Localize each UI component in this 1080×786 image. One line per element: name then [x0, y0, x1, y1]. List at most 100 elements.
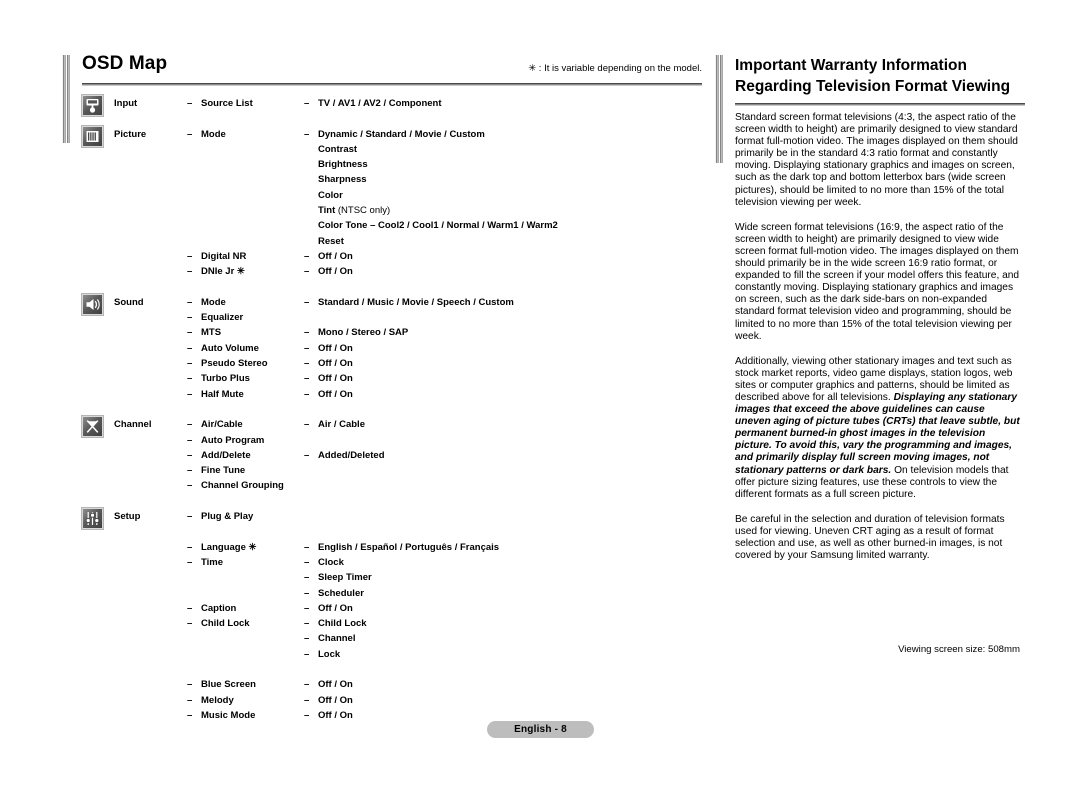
osd-map-row — [82, 664, 702, 679]
osd-menu-value: – Child Lock — [304, 618, 367, 629]
osd-menu-item-label: DNIe Jr ✳ — [201, 266, 245, 278]
list-dash: – — [304, 541, 310, 553]
osd-menu-item: – Auto Volume — [187, 343, 259, 354]
osd-menu-item: – Mode — [187, 297, 226, 308]
osd-menu-value: – Off / On — [304, 358, 353, 369]
osd-menu-value-label: Mono / Stereo / SAP — [318, 327, 409, 339]
osd-menu-item-label: Fine Tune — [201, 465, 246, 477]
osd-menu-value-label: Added/Deleted — [318, 449, 385, 461]
osd-menu-value: – Clock — [304, 557, 344, 568]
osd-menu-value-label: Brightness — [318, 159, 368, 171]
osd-menu-item: – Turbo Plus — [187, 373, 250, 384]
osd-menu-item-label: Music Mode — [201, 709, 256, 721]
osd-map-row: – Lock — [82, 649, 702, 664]
osd-menu-value-label: Sharpness — [318, 174, 367, 186]
osd-map-row: Color — [82, 190, 702, 205]
osd-map-row: Sound – Mode – Standard / Music / Movie / Sp… — [82, 293, 702, 315]
osd-menu-value: – Off / On — [304, 389, 353, 400]
osd-menu-value-label: Sleep Timer — [318, 572, 372, 584]
osd-menu-value-label: Off / On — [318, 679, 353, 691]
osd-menu-value: – Scheduler — [304, 588, 364, 599]
warranty-paragraph: Wide screen format televisions (16:9, th… — [735, 222, 1020, 343]
osd-menu-item-label: Language ✳ — [201, 541, 257, 553]
osd-menu-value-label: Color Tone – Cool2 / Cool1 / Normal / Wa… — [318, 220, 558, 232]
osd-map-row: – Channel Grouping — [82, 480, 702, 495]
osd-menu-item: – Fine Tune — [187, 465, 245, 476]
osd-category-label: Input — [114, 98, 138, 109]
osd-map-row: – Scheduler — [82, 588, 702, 603]
osd-menu-item-label: Turbo Plus — [201, 373, 250, 385]
osd-menu-item-label: Add/Delete — [201, 449, 251, 461]
osd-menu-item: – Melody — [187, 695, 234, 706]
osd-map-row — [82, 526, 702, 541]
osd-menu-item: – Child Lock — [187, 618, 250, 629]
osd-menu-value: – Off / On — [304, 266, 353, 277]
osd-map-row: Tint (NTSC only) — [82, 205, 702, 220]
osd-menu-item: – Plug & Play — [187, 511, 253, 522]
list-dash: – — [187, 128, 193, 140]
osd-menu-item-label: Plug & Play — [201, 511, 254, 523]
osd-map-row: Contrast — [82, 144, 702, 159]
list-dash: – — [187, 388, 193, 400]
list-dash: – — [187, 618, 193, 630]
page-title: OSD Map — [82, 53, 168, 74]
osd-map-row: – Add/Delete – Added/Deleted — [82, 450, 702, 465]
osd-menu-item: – Source List — [187, 98, 253, 109]
right-column-accent-bar — [715, 55, 724, 163]
list-dash: – — [187, 296, 193, 308]
list-dash: – — [304, 556, 310, 568]
osd-menu-value-label: Off / On — [318, 602, 353, 614]
osd-menu-item: – Pseudo Stereo — [187, 358, 268, 369]
osd-category-label: Channel — [114, 419, 152, 431]
warranty-body: Standard screen format televisions (4:3,… — [735, 112, 1020, 575]
osd-menu-value: – Standard / Music / Movie / Speech / Cus… — [304, 297, 514, 308]
osd-menu-value: – Sleep Timer — [304, 572, 372, 583]
list-dash: – — [304, 250, 310, 262]
osd-menu-item-label: MTS — [201, 327, 222, 339]
list-dash: – — [187, 373, 193, 385]
osd-menu-item: – Add/Delete — [187, 450, 251, 461]
osd-menu-value-label: Lock — [318, 648, 341, 660]
list-dash: – — [304, 358, 310, 370]
list-dash: – — [187, 266, 193, 278]
warranty-paragraph-text: Be careful in the selection and duration… — [735, 513, 1005, 562]
osd-menu-value-label: Dynamic / Standard / Movie / Custom — [318, 128, 485, 140]
warranty-title-line2: Regarding Television Format Viewing — [735, 78, 1011, 95]
osd-menu-value: – Off / On — [304, 251, 353, 262]
osd-map-row: – Half Mute – Off / On — [82, 389, 702, 404]
header-divider — [82, 83, 702, 86]
list-dash: – — [304, 572, 310, 584]
list-dash: – — [304, 694, 310, 706]
osd-menu-item: – Air/Cable — [187, 419, 243, 430]
osd-menu-item-label: Air/Cable — [201, 419, 243, 431]
list-dash: – — [304, 266, 310, 278]
list-dash: – — [187, 465, 193, 477]
list-dash: – — [187, 342, 193, 354]
osd-menu-item: – DNIe Jr ✳ — [187, 266, 245, 277]
osd-menu-value: – Mono / Stereo / SAP — [304, 327, 408, 338]
osd-menu-item: – Half Mute — [187, 389, 244, 400]
osd-menu-value-label: Off / On — [318, 266, 353, 278]
osd-menu-value-note: (NTSC only) — [335, 205, 391, 217]
osd-menu-value-label: English / Español / Português / Français — [318, 541, 500, 553]
osd-menu-item-label: Channel Grouping — [201, 480, 284, 492]
osd-menu-item-label: Melody — [201, 694, 234, 706]
warranty-title-line1: Important Warranty Information — [735, 57, 967, 74]
osd-menu-value: – TV / AV1 / AV2 / Component — [304, 98, 442, 109]
list-dash: – — [187, 358, 193, 370]
list-dash: – — [304, 388, 310, 400]
osd-menu-value-label: Scheduler — [318, 587, 364, 599]
warranty-paragraph-text: Wide screen format televisions (16:9, th… — [735, 221, 1020, 342]
osd-menu-item-label: Source List — [201, 98, 253, 109]
osd-menu-value: – Off / On — [304, 710, 353, 721]
osd-map-row: – Auto Volume – Off / On — [82, 343, 702, 358]
osd-menu-item-label: Half Mute — [201, 388, 244, 400]
osd-category-label: Setup — [114, 511, 141, 523]
list-dash: – — [304, 679, 310, 691]
warranty-paragraph-emphasis: Displaying any stationary images that ex… — [735, 391, 1020, 476]
osd-map-row: – MTS – Mono / Stereo / SAP — [82, 327, 702, 342]
osd-menu-value: – Off / On — [304, 343, 353, 354]
osd-menu-item: – Music Mode — [187, 710, 255, 721]
